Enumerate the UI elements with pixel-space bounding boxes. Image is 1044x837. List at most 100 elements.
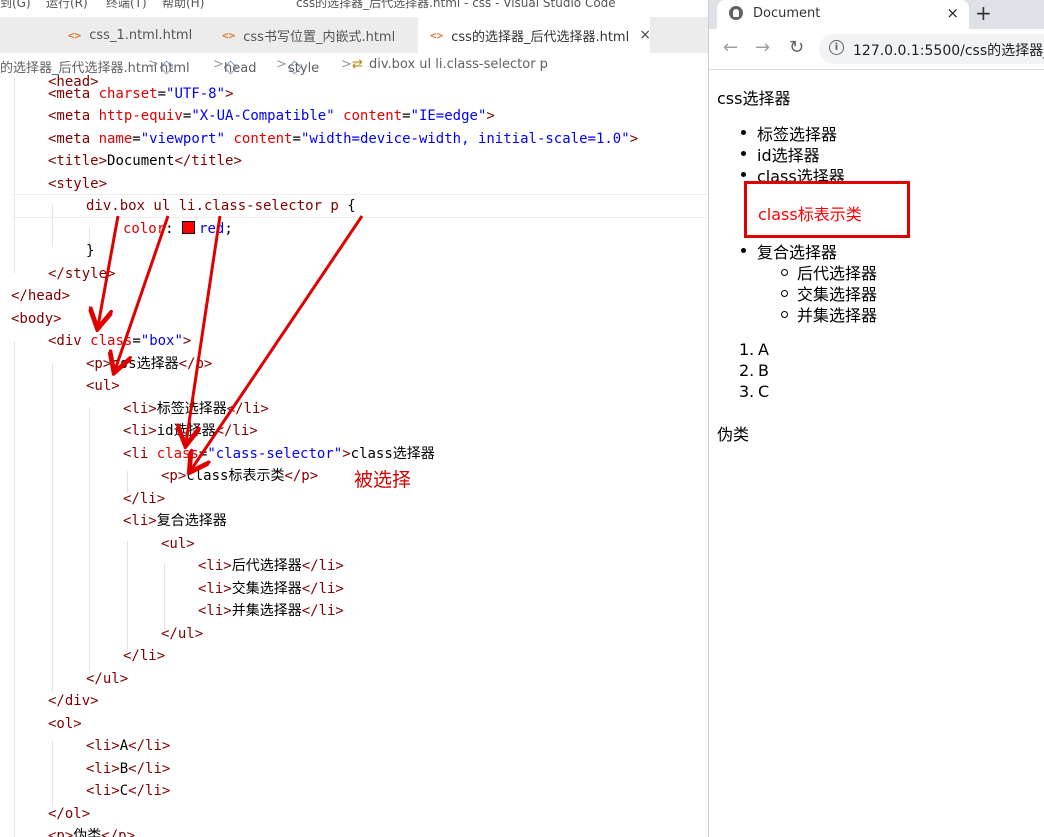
tab-css-1[interactable]: <> css_1.ntml.html <box>0 17 210 53</box>
code-line: <li>A</li> <box>86 738 171 754</box>
info-icon[interactable]: i <box>829 40 844 55</box>
selector-symbol-icon: ⇄ <box>352 57 363 72</box>
html-file-icon: <> <box>68 28 82 42</box>
code-line: </ul> <box>86 671 129 687</box>
code-line: </li> <box>123 648 166 664</box>
close-icon[interactable]: × <box>639 27 651 43</box>
bullet-circle <box>781 290 788 297</box>
bullet-circle <box>781 269 788 276</box>
indent-guide <box>164 563 165 629</box>
code-line: <meta name="viewport" content="width=dev… <box>48 131 639 147</box>
forward-arrow-icon[interactable]: → <box>755 37 770 58</box>
ordered-item: A <box>758 340 769 359</box>
chevron-right-icon: > <box>148 57 159 72</box>
indent-guide <box>127 541 128 651</box>
vscode-window: 到(G) 运行(R) 终端(T) 帮助(H) css的选择器_后代选择器.htm… <box>0 0 708 837</box>
editor-tab-bar: <> css_1.ntml.html <> css书写位置_内嵌式.html <… <box>0 17 708 53</box>
code-line: <div class="box"> <box>48 333 192 349</box>
code-line: <ul> <box>161 536 195 552</box>
menu-help[interactable]: 帮助(H) <box>162 0 204 11</box>
code-line: <p>class标表示类</p> <box>161 468 319 484</box>
code-line: <li>标签选择器</li> <box>123 401 269 417</box>
indent-guide <box>52 741 53 807</box>
tab-css-selector-active[interactable]: <> css的选择器_后代选择器.html × <box>418 17 651 53</box>
code-line: <meta charset="UTF-8"> <box>48 86 234 102</box>
reload-icon[interactable]: ↻ <box>789 37 804 58</box>
ordered-item: B <box>758 361 769 380</box>
code-line: <li>C</li> <box>86 783 171 799</box>
breadcrumb-selector[interactable]: div.box ul li.class-selector p <box>369 57 548 72</box>
chevron-right-icon: > <box>213 57 224 72</box>
window-title: css的选择器_后代选择器.html - css - Visual Studio… <box>296 0 616 10</box>
code-line: <ol> <box>48 716 82 732</box>
code-line: color: red; <box>123 221 233 237</box>
bullet-dot <box>741 248 746 253</box>
address-bar[interactable]: i 127.0.0.1:5500/css的选择器_后 <box>819 34 1044 64</box>
code-line: </ol> <box>48 806 91 822</box>
code-line: <li>B</li> <box>86 761 171 777</box>
tab-css-inline[interactable]: <> css书写位置_内嵌式.html <box>210 17 418 53</box>
code-line: } <box>86 243 95 259</box>
breadcrumb: 的选择器_后代选择器.html > html > head > style > … <box>0 57 548 76</box>
paragraph-pseudo: 伪类 <box>717 425 750 444</box>
chevron-right-icon: > <box>276 57 287 72</box>
code-line: <body> <box>11 311 62 327</box>
code-line: <title>Document</title> <box>48 153 242 169</box>
menu-goto[interactable]: 到(G) <box>0 0 31 11</box>
indent-guide <box>14 77 15 273</box>
menu-terminal[interactable]: 终端(T) <box>106 0 147 11</box>
ordered-marker: 3. <box>739 382 755 401</box>
browser-tab-title: Document <box>753 6 821 21</box>
code-line: </style> <box>48 266 116 282</box>
code-line: <li>id选择器</li> <box>123 423 258 439</box>
back-arrow-icon[interactable]: ← <box>723 37 738 58</box>
chevron-right-icon: > <box>341 57 352 72</box>
ordered-marker: 2. <box>739 361 755 380</box>
highlight-box <box>744 181 910 238</box>
code-line: <li>复合选择器 <box>123 513 227 529</box>
code-line: <li>交集选择器</li> <box>198 581 344 597</box>
code-line: <ul> <box>86 378 120 394</box>
close-icon[interactable]: × <box>946 4 959 22</box>
sub-list-item: 并集选择器 <box>797 306 878 325</box>
code-line: </ul> <box>161 626 204 642</box>
bullet-circle <box>781 311 788 318</box>
code-line: <p>伪类</p> <box>48 828 136 837</box>
color-swatch-icon[interactable] <box>182 221 196 234</box>
code-line: </li> <box>123 491 166 507</box>
code-line: <meta http-equiv="X-UA-Compatible" conte… <box>48 108 495 124</box>
tab-label: css_1.ntml.html <box>89 27 193 43</box>
menu-bar: 到(G) 运行(R) 终端(T) 帮助(H) css的选择器_后代选择器.htm… <box>0 0 708 10</box>
tab-label: css的选择器_后代选择器.html <box>451 29 630 45</box>
bullet-dot <box>741 172 746 177</box>
selected-annotation: 被选择 <box>354 469 412 491</box>
code-editor[interactable]: <head> <meta charset="UTF-8"> <meta http… <box>0 74 708 837</box>
code-line: <li>并集选择器</li> <box>198 603 344 619</box>
bullet-dot <box>741 151 746 156</box>
code-line: </div> <box>48 693 99 709</box>
ordered-marker: 1. <box>739 340 755 359</box>
indent-guide <box>52 363 53 693</box>
menu-run[interactable]: 运行(R) <box>46 0 88 11</box>
code-line: <li>后代选择器</li> <box>198 558 344 574</box>
bullet-dot <box>741 130 746 135</box>
paragraph-css-selector: css选择器 <box>717 89 791 108</box>
browser-tab-strip: Document × + <box>709 0 1044 29</box>
url-text: 127.0.0.1:5500/css的选择器_后 <box>853 43 1044 59</box>
indent-guide <box>89 407 90 671</box>
html-file-icon: <> <box>222 28 236 42</box>
new-tab-button[interactable]: + <box>975 1 992 25</box>
code-line: <style> <box>48 176 108 192</box>
code-line: <p>css选择器</p> <box>86 356 213 372</box>
tab-label: css书写位置_内嵌式.html <box>243 29 396 45</box>
indent-guide <box>14 341 15 837</box>
browser-toolbar: ← → ↻ i 127.0.0.1:5500/css的选择器_后 <box>709 29 1044 70</box>
code-line: <li class="class-selector">class选择器 <box>123 446 435 462</box>
code-line: </head> <box>11 288 71 304</box>
globe-icon <box>729 6 743 20</box>
browser-window: Document × + ← → ↻ i 127.0.0.1:5500/css的… <box>708 0 1044 837</box>
browser-tab-document[interactable]: Document × <box>717 0 969 29</box>
html-file-icon: <> <box>430 28 444 42</box>
code-line: div.box ul li.class-selector p { <box>86 198 356 214</box>
ordered-item: C <box>758 382 770 401</box>
